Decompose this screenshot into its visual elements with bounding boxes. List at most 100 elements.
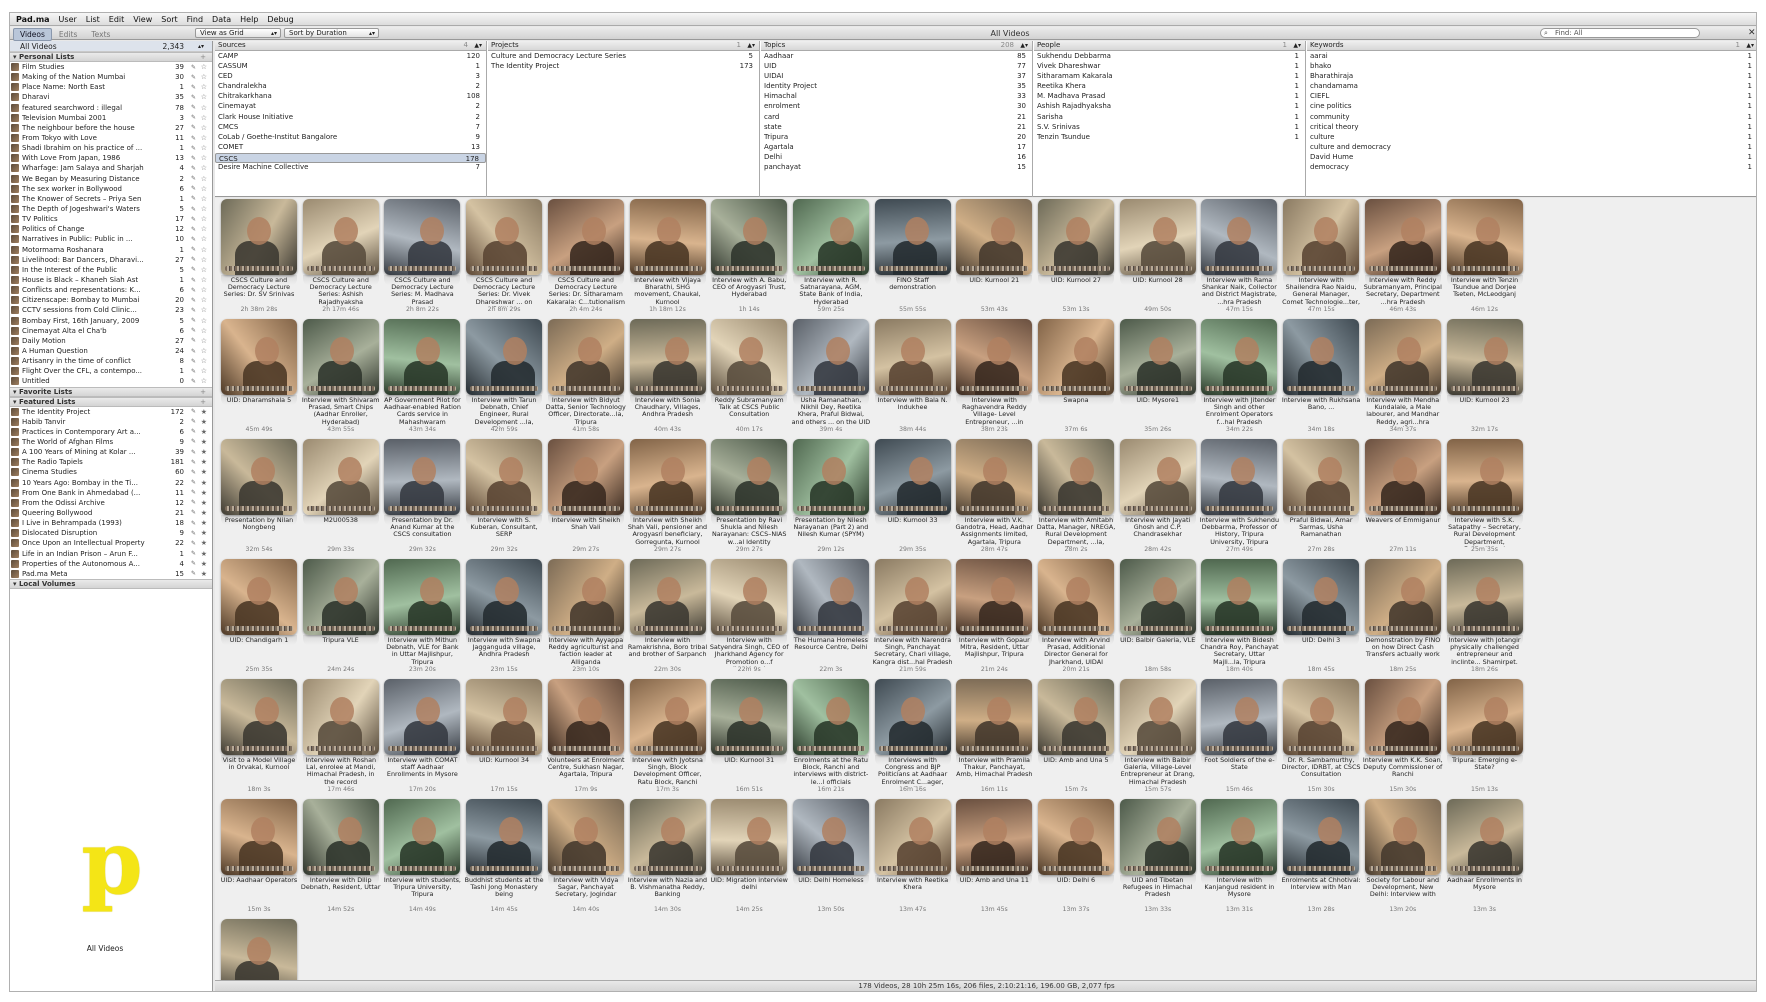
video-thumbnail[interactable] [302,559,379,635]
video-item[interactable]: Presentation by Dr. Anand Kumar at the C… [382,435,470,563]
browser-row[interactable]: CASSUM 1 [215,61,486,71]
video-item[interactable]: UID: Delhi 6 13m 37s [1036,795,1124,923]
browser-row[interactable]: panchayat 15 [761,162,1032,172]
video-item[interactable]: Interview with Ayyappa Reddy agriculturi… [546,555,634,683]
sort-select[interactable]: Sort by Duration ▴▾ [284,28,379,38]
video-thumbnail[interactable] [1364,679,1441,755]
list-item[interactable]: Wharfage: Jam Salaya and Sharjah 4 ✎ ☆ [10,163,212,173]
browser-row[interactable]: Clark House Initiative 2 [215,112,486,122]
browser-row[interactable]: David Hume 1 [1307,152,1756,162]
video-item[interactable]: Interview with Jyotsna Singh, Block Deve… [628,675,716,803]
list-item[interactable]: From the Odissi Archive 12 ✎ ★ [10,498,212,508]
video-thumbnail[interactable] [384,679,461,755]
edit-icon[interactable]: ✎ [191,550,196,557]
video-item[interactable]: Demonstration by FINO on how Direct Cash… [1363,555,1451,683]
browser-row[interactable]: Aadhaar 85 [761,51,1032,61]
list-item[interactable]: Television Mumbai 2001 3 ✎ ☆ [10,113,212,123]
browser-row[interactable]: Agartala 17 [761,142,1032,152]
video-item[interactable]: Interview with Ramakrishna, Boro tribal … [628,555,716,683]
edit-icon[interactable]: ✎ [191,165,196,172]
browser-row[interactable]: CAMP 120 [215,51,486,61]
list-item[interactable]: The Depth of Jogeshwari's Waters 5 ✎ ☆ [10,204,212,214]
video-thumbnail[interactable] [1283,199,1360,275]
edit-icon[interactable]: ✎ [191,124,196,131]
edit-icon[interactable]: ✎ [191,358,196,365]
video-item[interactable]: UID: Kurnool 28 49m 50s [1118,198,1206,323]
video-item[interactable]: Interview with Narendra Singh, Panchayat… [873,555,961,683]
star-icon[interactable]: ☆ [201,114,207,122]
video-item[interactable]: Tripura VLE 24m 24s [301,555,389,683]
video-item[interactable]: Interview with Satyendra Singh, CEO of J… [709,555,797,683]
list-item[interactable]: featured searchword : illegal 78 ✎ ☆ [10,103,212,113]
video-thumbnail[interactable] [1119,799,1196,875]
video-thumbnail[interactable] [792,679,869,755]
video-item[interactable]: Society for Labour and Development, New … [1363,795,1451,923]
edit-icon[interactable]: ✎ [191,246,196,253]
edit-icon[interactable]: ✎ [191,114,196,121]
video-item[interactable]: Presentation by Ravi Shukla and Nilesh N… [709,435,797,563]
list-item[interactable]: Dharavi 35 ✎ ☆ [10,92,212,102]
edit-icon[interactable]: ✎ [191,348,196,355]
video-item[interactable]: Interview with R. Satnarayana, AGM, Stat… [791,198,879,323]
list-item[interactable]: Livelihood: Bar Dancers, Dharavi... 27 ✎ ☆ [10,255,212,265]
video-thumbnail[interactable] [1446,199,1523,275]
video-item[interactable]: Interview with Shailendra Rao Naidu, Gen… [1281,198,1369,323]
edit-icon[interactable]: ✎ [191,428,196,435]
video-thumbnail[interactable] [1201,559,1278,635]
list-item[interactable]: The Identity Project 172 ✎ ★ [10,407,212,417]
browser-row[interactable]: critical theory 1 [1307,122,1756,132]
video-thumbnail[interactable] [956,319,1033,395]
star-icon[interactable]: ☆ [201,225,207,233]
list-item[interactable]: Bombay First, 16th January, 2009 5 ✎ ☆ [10,316,212,326]
column-header[interactable]: Projects 1 ▲▾ [488,41,759,51]
sidebar-item-all-videos[interactable]: All Videos 2,343 ▴▾ [10,41,212,52]
video-thumbnail[interactable] [302,679,379,755]
browser-row[interactable]: CIEFL 1 [1307,91,1756,101]
browser-row[interactable]: culture 1 [1307,132,1756,142]
list-item[interactable]: Film Studies 39 ✎ ☆ [10,62,212,72]
video-thumbnail[interactable] [1283,319,1360,395]
video-item[interactable]: Interview with Mendha Kundalale, a Male … [1363,315,1451,443]
video-item[interactable]: UID: Dharamshala 5 45m 49s [219,315,307,443]
video-thumbnail[interactable] [1364,439,1441,515]
video-thumbnail[interactable] [221,559,297,635]
video-item[interactable]: FINO Staff demonstration 55m 55s [873,198,961,323]
video-item[interactable]: Interview with Rukhsana Bano, ... 34m 18s [1281,315,1369,443]
list-item[interactable]: A Human Question 24 ✎ ☆ [10,346,212,356]
video-thumbnail[interactable] [466,559,543,635]
column-header[interactable]: Topics 208 ▲▾ [761,41,1032,51]
star-icon[interactable]: ☆ [201,377,207,385]
browser-row[interactable]: Bharathiraja 1 [1307,71,1756,81]
star-icon[interactable]: ★ [201,408,207,416]
edit-icon[interactable]: ✎ [191,317,196,324]
menu-item[interactable]: User [59,15,77,24]
list-item[interactable]: Cinemayat Alta el Cha'b 6 ✎ ☆ [10,326,212,336]
video-thumbnail[interactable] [1364,199,1441,275]
video-thumbnail[interactable] [1038,439,1114,515]
edit-icon[interactable]: ✎ [191,509,196,516]
browser-row[interactable]: community 1 [1307,112,1756,122]
video-item[interactable]: Interview with Nazia and B. Vishmanatha … [628,795,716,923]
edit-icon[interactable]: ✎ [191,408,196,415]
video-thumbnail[interactable] [711,799,788,875]
video-item[interactable]: Interview with Balbir Galeria, Village-L… [1118,675,1206,803]
video-item[interactable]: Interview with Vijaya Bharathi, SHG move… [628,198,716,323]
video-item[interactable]: UID: Dharamshala 813m 2s [219,915,307,980]
browser-row[interactable]: enrolment 30 [761,101,1032,111]
video-thumbnail[interactable] [384,799,461,875]
star-icon[interactable]: ★ [201,479,207,487]
star-icon[interactable]: ☆ [201,347,207,355]
list-item[interactable]: From One Bank in Ahmedabad (... 11 ✎ ★ [10,488,212,498]
edit-icon[interactable]: ✎ [191,266,196,273]
column-header[interactable]: Keywords 1 ▲▾ [1307,41,1756,51]
video-item[interactable]: Interview with Reddy Subramanyam, Princi… [1363,198,1451,323]
video-item[interactable]: UID: Kurnool 34 17m 15s [464,675,552,803]
video-item[interactable]: Interview with Sukhendu Debbarma, Profes… [1199,435,1287,563]
star-icon[interactable]: ☆ [201,175,207,183]
star-icon[interactable]: ☆ [201,73,207,81]
browser-row[interactable]: cine politics 1 [1307,101,1756,111]
browser-row[interactable]: Chitrakarkhana 108 [215,91,486,101]
sort-arrow-icon[interactable]: ▲▾ [1293,41,1301,50]
star-icon[interactable]: ☆ [201,367,207,375]
video-item[interactable]: UID: Mysore1 35m 26s [1118,315,1206,443]
